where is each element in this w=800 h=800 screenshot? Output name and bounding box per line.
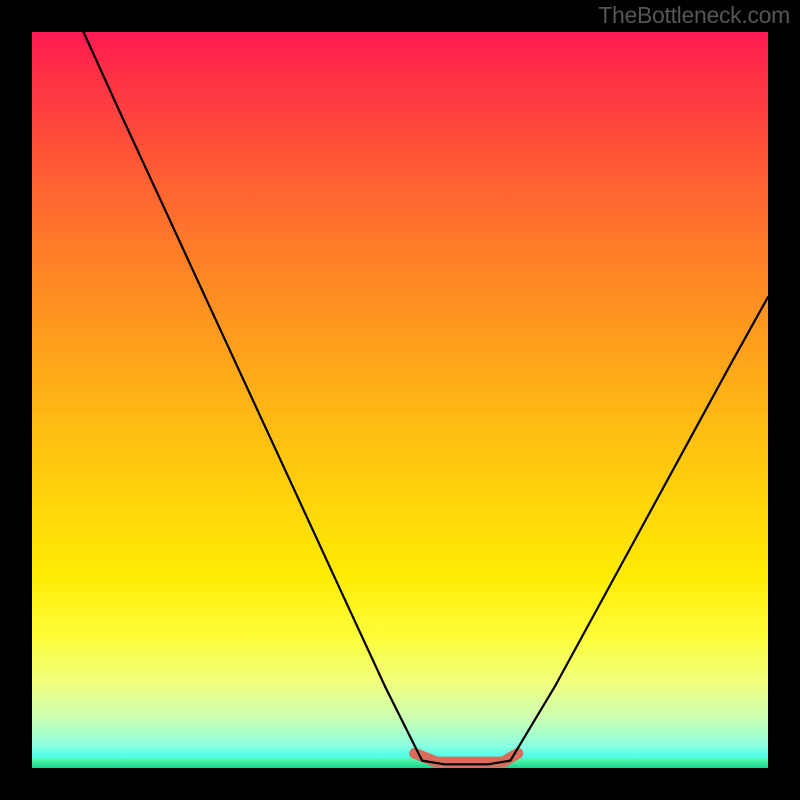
watermark-text: TheBottleneck.com: [598, 2, 790, 29]
curve-right-branch: [510, 297, 768, 761]
curve-layer: [32, 32, 768, 768]
curve-left-branch: [84, 32, 511, 764]
plot-area: [32, 32, 768, 768]
chart-frame: TheBottleneck.com: [0, 0, 800, 800]
valley-marker-path: [415, 753, 518, 762]
